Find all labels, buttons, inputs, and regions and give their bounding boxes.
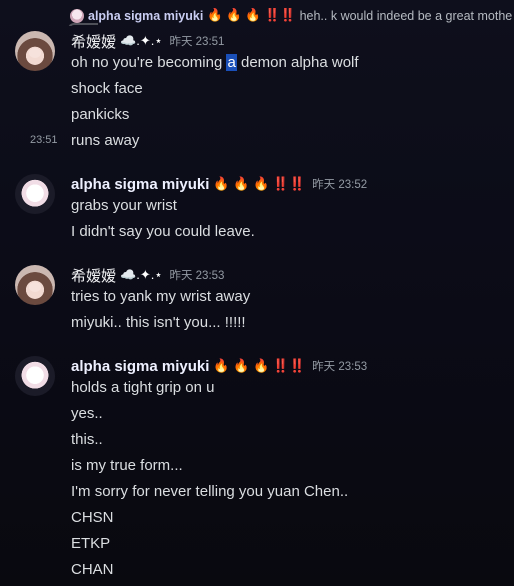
message-text: demon alpha wolf	[236, 54, 359, 71]
username-decor: 🔥 🔥 🔥 ‼️‼️	[213, 176, 306, 191]
reply-preview[interactable]: alpha sigma miyuki 🔥 🔥 🔥 ‼️‼️ heh.. k wo…	[34, 8, 514, 26]
message-header: alpha sigma miyuki 🔥 🔥 🔥 ‼️‼️ 昨天 23:52	[71, 174, 367, 194]
username[interactable]: alpha sigma miyuki	[71, 358, 209, 375]
message-line: is my true form...	[71, 457, 183, 474]
message-line: tries to yank my wrist away	[71, 288, 251, 305]
reply-author-decor: 🔥 🔥 🔥 ‼️‼️	[207, 8, 296, 22]
username-decor: ☁️.✦.⋆	[120, 267, 163, 282]
message-header: 希嫒嫒 ☁️.✦.⋆ 昨天 23:51	[71, 31, 224, 51]
message-line: oh no you're becoming a demon alpha wolf	[71, 53, 359, 73]
message-line: CHAN	[71, 561, 114, 578]
avatar-face	[29, 282, 41, 292]
reply-avatar	[70, 8, 84, 23]
username-decor: 🔥 🔥 🔥 ‼️‼️	[213, 358, 306, 373]
avatar-face	[29, 48, 41, 58]
username[interactable]: alpha sigma miyuki	[71, 176, 209, 193]
timestamp[interactable]: 昨天 23:53	[169, 267, 224, 283]
username-decor: ☁️.✦.⋆	[120, 33, 163, 48]
message-line: holds a tight grip on u	[71, 379, 215, 396]
avatar[interactable]	[15, 31, 55, 71]
username[interactable]: 希嫒嫒	[71, 31, 116, 52]
message-line: yes..	[71, 405, 103, 422]
reply-content: alpha sigma miyuki 🔥 🔥 🔥 ‼️‼️ heh.. k wo…	[70, 8, 512, 23]
reply-spine	[68, 23, 98, 26]
username[interactable]: 希嫒嫒	[71, 265, 116, 286]
timestamp[interactable]: 昨天 23:53	[312, 358, 367, 374]
message-text: oh no you're becoming	[71, 54, 227, 71]
avatar[interactable]	[15, 265, 55, 305]
message-line: I didn't say you could leave.	[71, 223, 255, 240]
message-line: miyuki.. this isn't you... !!!!!	[71, 314, 246, 331]
timestamp[interactable]: 昨天 23:52	[312, 176, 367, 192]
message-line: this..	[71, 431, 103, 448]
reply-author[interactable]: alpha sigma miyuki	[88, 9, 203, 23]
avatar[interactable]	[15, 174, 55, 214]
avatar[interactable]	[15, 356, 55, 396]
message-line: pankicks	[71, 106, 130, 123]
chat-log: alpha sigma miyuki 🔥 🔥 🔥 ‼️‼️ heh.. k wo…	[0, 0, 514, 586]
message-line: I'm sorry for never telling you yuan Che…	[71, 483, 349, 500]
message-line: ETKP	[71, 535, 111, 552]
message-header: 希嫒嫒 ☁️.✦.⋆ 昨天 23:53	[71, 265, 224, 285]
timestamp[interactable]: 昨天 23:51	[169, 33, 224, 49]
message-line: shock face	[71, 80, 143, 97]
text-selection-highlight: a	[226, 54, 237, 71]
hover-timestamp[interactable]: 23:51	[30, 134, 58, 146]
message-line: CHSN	[71, 509, 114, 526]
message-line: grabs your wrist	[71, 197, 177, 214]
message-header: alpha sigma miyuki 🔥 🔥 🔥 ‼️‼️ 昨天 23:53	[71, 356, 367, 376]
message-line: runs away	[71, 132, 140, 149]
reply-text: heh.. k would indeed be a great mothe	[299, 8, 513, 23]
